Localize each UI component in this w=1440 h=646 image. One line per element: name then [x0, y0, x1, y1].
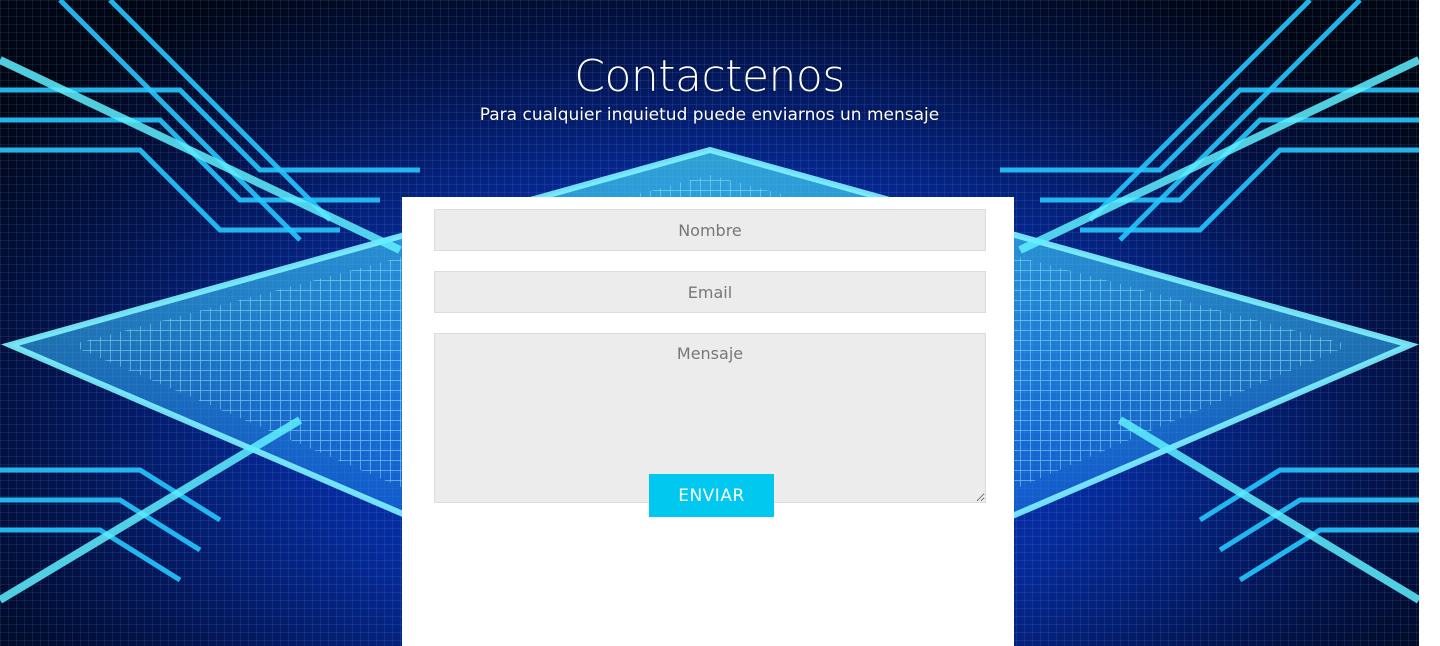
email-input[interactable]	[434, 271, 986, 313]
page-title: Contactenos	[574, 51, 845, 102]
page-subtitle: Para cualquier inquietud puede enviarnos…	[479, 105, 940, 125]
page-scrollbar-gutter[interactable]	[1419, 0, 1440, 646]
name-input[interactable]	[434, 209, 986, 251]
send-button[interactable]: ENVIAR	[649, 474, 774, 517]
contact-form: ENVIAR	[402, 197, 1014, 646]
